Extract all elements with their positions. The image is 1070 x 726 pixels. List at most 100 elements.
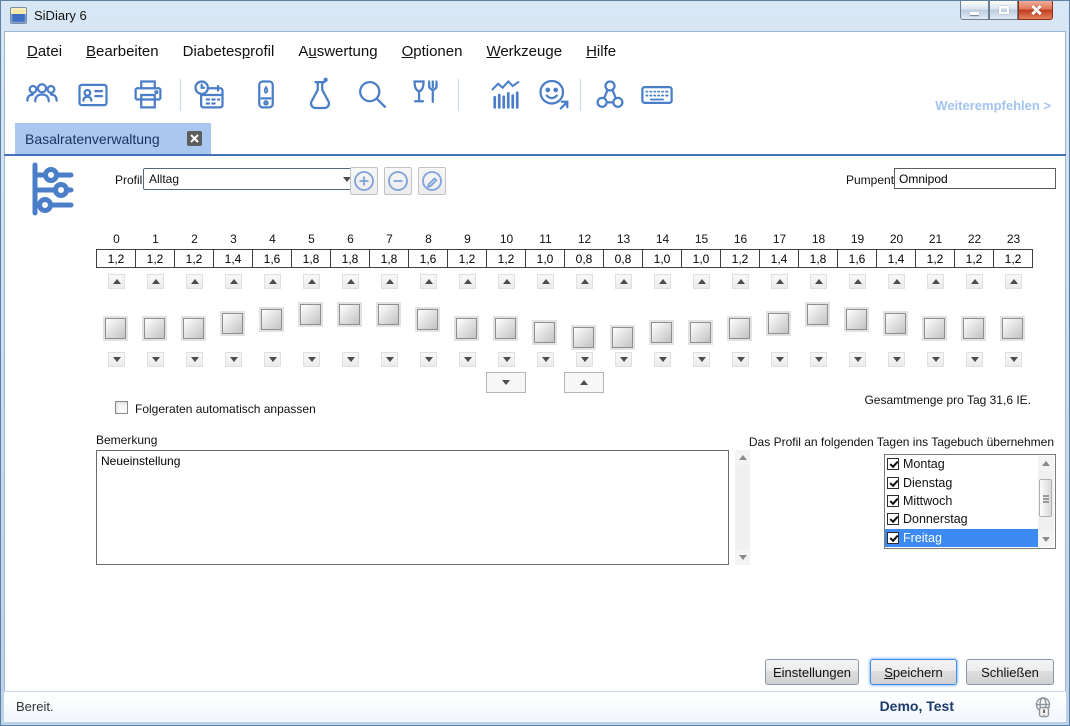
decrease-button[interactable] <box>576 352 593 367</box>
increase-button[interactable] <box>459 274 476 289</box>
slider-track[interactable] <box>611 296 636 350</box>
slider-track[interactable] <box>143 296 168 350</box>
day-checkbox[interactable] <box>887 458 899 470</box>
increase-button[interactable] <box>186 274 203 289</box>
menu-werkzeuge[interactable]: Werkzeuge <box>474 43 574 60</box>
menu-bearbeiten[interactable]: Bearbeiten <box>74 43 171 60</box>
slider-track[interactable] <box>260 296 285 350</box>
menu-hilfe[interactable]: Hilfe <box>574 43 628 60</box>
slider-track[interactable] <box>1001 296 1026 350</box>
settings-button[interactable]: Einstellungen <box>765 659 859 685</box>
decrease-button[interactable] <box>342 352 359 367</box>
menu-diabetesprofil[interactable]: Diabetesprofil <box>171 43 287 60</box>
increase-button[interactable] <box>654 274 671 289</box>
decrease-button[interactable] <box>693 352 710 367</box>
decrease-button[interactable] <box>264 352 281 367</box>
increase-button[interactable] <box>732 274 749 289</box>
minimize-button[interactable] <box>960 1 989 20</box>
statistics-button[interactable] <box>488 77 524 113</box>
scroll-up-button[interactable] <box>1038 456 1054 471</box>
day-checkbox[interactable] <box>887 513 899 525</box>
increase-button[interactable] <box>264 274 281 289</box>
day-item-donnerstag[interactable]: Donnerstag <box>885 510 1038 528</box>
nutrition-button[interactable] <box>405 77 441 113</box>
auto-adjust-checkbox[interactable] <box>115 401 128 414</box>
keyboard-button[interactable] <box>639 77 675 113</box>
slider-track[interactable] <box>689 296 714 350</box>
decrease-button[interactable] <box>771 352 788 367</box>
print-button[interactable] <box>130 77 166 113</box>
slider-thumb[interactable] <box>690 322 711 343</box>
increase-button[interactable] <box>576 274 593 289</box>
slider-track[interactable] <box>806 296 831 350</box>
slider-thumb[interactable] <box>417 309 438 330</box>
slider-thumb[interactable] <box>300 304 321 325</box>
increase-button[interactable] <box>849 274 866 289</box>
slider-thumb[interactable] <box>612 327 633 348</box>
day-checkbox[interactable] <box>887 532 899 544</box>
remark-scrollbar[interactable] <box>735 450 750 565</box>
slider-thumb[interactable] <box>495 318 516 339</box>
slider-thumb[interactable] <box>651 322 672 343</box>
day-item-dienstag[interactable]: Dienstag <box>885 473 1038 491</box>
slider-thumb[interactable] <box>222 313 243 334</box>
slider-thumb[interactable] <box>963 318 984 339</box>
decrease-button[interactable] <box>186 352 203 367</box>
slider-track[interactable] <box>182 296 207 350</box>
increase-button[interactable] <box>225 274 242 289</box>
day-checkbox[interactable] <box>887 495 899 507</box>
close-button[interactable]: Schließen <box>966 659 1054 685</box>
day-checkbox[interactable] <box>887 477 899 489</box>
slider-thumb[interactable] <box>1002 318 1023 339</box>
decrease-button[interactable] <box>732 352 749 367</box>
decrease-button[interactable] <box>225 352 242 367</box>
shift-down-button[interactable] <box>486 372 526 393</box>
increase-button[interactable] <box>498 274 515 289</box>
increase-button[interactable] <box>810 274 827 289</box>
menu-optionen[interactable]: Optionen <box>390 43 475 60</box>
shift-up-button[interactable] <box>564 372 604 393</box>
diary-button[interactable] <box>191 77 227 113</box>
search-button[interactable] <box>354 77 390 113</box>
profile-select[interactable]: Alltag <box>143 168 357 190</box>
recommend-link[interactable]: Weiterempfehlen > <box>935 98 1051 113</box>
menu-datei[interactable]: Datei <box>15 43 74 60</box>
scroll-up-button[interactable] <box>735 450 750 465</box>
decrease-button[interactable] <box>303 352 320 367</box>
slider-thumb[interactable] <box>144 318 165 339</box>
decrease-button[interactable] <box>966 352 983 367</box>
slider-track[interactable] <box>767 296 792 350</box>
patients-button[interactable] <box>24 77 60 113</box>
decrease-button[interactable] <box>459 352 476 367</box>
slider-track[interactable] <box>845 296 870 350</box>
day-item-montag[interactable]: Montag <box>885 455 1038 473</box>
slider-thumb[interactable] <box>846 309 867 330</box>
slider-track[interactable] <box>650 296 675 350</box>
lab-values-button[interactable] <box>302 77 338 113</box>
slider-track[interactable] <box>884 296 909 350</box>
maximize-button[interactable] <box>989 1 1018 20</box>
slider-track[interactable] <box>962 296 987 350</box>
slider-track[interactable] <box>104 296 129 350</box>
remark-textarea[interactable]: Neueinstellung <box>96 450 729 565</box>
device-import-button[interactable] <box>248 77 284 113</box>
slider-thumb[interactable] <box>378 304 399 325</box>
scroll-down-button[interactable] <box>1038 532 1054 547</box>
slider-track[interactable] <box>416 296 441 350</box>
slider-thumb[interactable] <box>105 318 126 339</box>
decrease-button[interactable] <box>381 352 398 367</box>
slider-track[interactable] <box>338 296 363 350</box>
increase-button[interactable] <box>147 274 164 289</box>
patient-card-button[interactable] <box>75 77 111 113</box>
day-item-freitag[interactable]: Freitag <box>885 529 1038 547</box>
decrease-button[interactable] <box>888 352 905 367</box>
share-button[interactable] <box>592 77 628 113</box>
menu-auswertung[interactable]: Auswertung <box>286 43 389 60</box>
slider-track[interactable] <box>533 296 558 350</box>
slider-track[interactable] <box>728 296 753 350</box>
decrease-button[interactable] <box>615 352 632 367</box>
slider-thumb[interactable] <box>924 318 945 339</box>
slider-track[interactable] <box>572 296 597 350</box>
increase-button[interactable] <box>615 274 632 289</box>
save-button[interactable]: Speichern <box>870 659 957 685</box>
